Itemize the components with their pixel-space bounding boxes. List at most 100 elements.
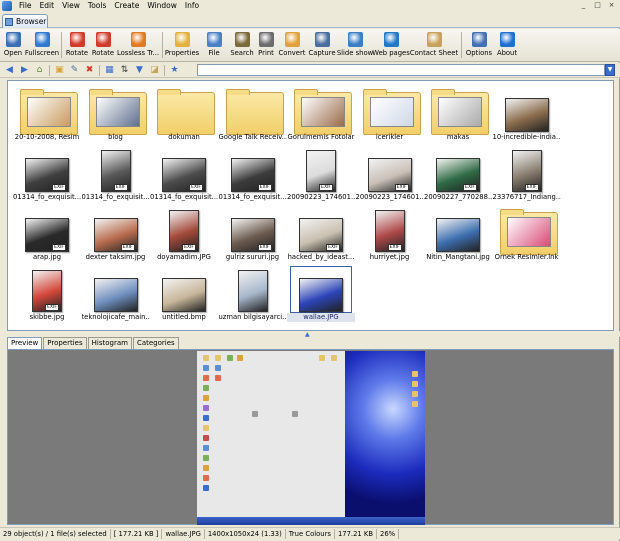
image-thumbnail[interactable]: EXIF dexter taksim.jpg (82, 204, 150, 264)
toolbar-button-print[interactable]: Print (255, 29, 277, 62)
tab-histogram[interactable]: Histogram (87, 337, 132, 349)
toolbar-separator (61, 32, 62, 58)
forward-arrow-icon[interactable]: ▶ (19, 65, 30, 76)
photo: EXIF (306, 150, 336, 192)
image-thumbnail[interactable]: EXIF 23376717_Indiang... (493, 144, 561, 204)
help-icon (499, 32, 515, 47)
tab-preview[interactable]: Preview (7, 337, 43, 349)
image-thumbnail[interactable]: EXIF 01314_fo_exquisit... (219, 144, 287, 204)
toolbar-button-contact-sheet[interactable]: Contact Sheet (409, 29, 459, 62)
close-icon[interactable]: × (607, 1, 616, 10)
toolbar-button-lossless-transform[interactable]: Lossless Tr... (116, 29, 160, 62)
image-thumbnail[interactable]: uzman bilgisayarci... (219, 264, 287, 324)
photo: EXIF (32, 270, 62, 312)
minimize-icon[interactable]: _ (579, 1, 588, 10)
exif-badge: EXIF (257, 244, 272, 251)
up-folder-icon[interactable]: ⌂ (34, 65, 45, 76)
image-thumbnail[interactable]: EXIF 01314_fo_exquisit... (150, 144, 218, 204)
image-thumbnail[interactable]: Nitin_Mangtani.jpg (424, 204, 492, 264)
thumbnail-caption: gulriz sururi.jpg (225, 253, 280, 261)
image-thumbnail[interactable]: untitled.bmp (150, 264, 218, 324)
thumbnail-grid[interactable]: 20-10-2008, Resim blog dokuman Google Talk … (7, 80, 614, 331)
menu-edit[interactable]: Edit (36, 0, 59, 12)
menu-file[interactable]: File (15, 0, 36, 12)
new-folder-icon[interactable]: ▣ (54, 65, 65, 76)
toolbar-button-eye[interactable]: Open (1, 29, 25, 62)
folder-thumbnail[interactable]: 20-10-2008, Resim (13, 84, 81, 144)
image-preview (428, 207, 488, 252)
toolbar-label: Rotate (65, 49, 89, 57)
menu-view[interactable]: View (58, 0, 84, 12)
image-thumbnail[interactable]: EXIF 20090227_770288... (424, 144, 492, 204)
image-preview (154, 267, 214, 312)
toolbar-button-options[interactable]: Options (464, 29, 494, 62)
tab-categories[interactable]: Categories (132, 337, 179, 349)
toolbar-button-convert[interactable]: Convert (277, 29, 307, 62)
image-thumbnail[interactable]: wallae.JPG (287, 264, 355, 324)
menu-info[interactable]: Info (181, 0, 203, 12)
exif-badge: EXIF (52, 244, 66, 251)
toolbar-button-rotate-right[interactable]: Rotate (90, 29, 116, 62)
image-thumbnail[interactable]: EXIF doyamadim.JPG (150, 204, 218, 264)
thumbnail-caption: blog (108, 133, 123, 141)
image-thumbnail[interactable]: EXIF 20090223_174601... (356, 144, 424, 204)
toolbar-button-search[interactable]: Search (229, 29, 255, 62)
favorites-star-icon[interactable]: ★ (169, 65, 180, 76)
image-thumbnail[interactable]: EXIF hurriyet.jpg (356, 204, 424, 264)
toolbar-button-camera[interactable]: Capture (307, 29, 337, 62)
folder-thumbnail[interactable]: makas (424, 84, 492, 144)
path-input[interactable] (197, 64, 605, 76)
image-thumbnail[interactable]: EXIF arap.jpg (13, 204, 81, 264)
folder-thumbnail[interactable]: blog (82, 84, 150, 144)
toolbar-label: About (496, 49, 518, 57)
image-thumbnail[interactable]: EXIF skibbe.jpg (13, 264, 81, 324)
folder-thumbnail[interactable]: Google Talk Receiv... (219, 84, 287, 144)
tab-properties[interactable]: Properties (43, 337, 87, 349)
image-thumbnail[interactable]: EXIF 01314_fo_exquisit... (13, 144, 81, 204)
path-dropdown-icon[interactable]: ▼ (605, 64, 615, 76)
photo: EXIF (374, 210, 405, 252)
thumbnail-caption: 20-10-2008, Resim (14, 133, 80, 141)
desktop-icon (203, 365, 209, 371)
toolbar-button-file[interactable]: File (199, 29, 229, 62)
main-toolbar: Open Fullscreen Rotate Rotate Lossless Tr...… (0, 29, 620, 62)
folder-thumbnail[interactable]: icerikler (356, 84, 424, 144)
maximize-icon[interactable]: □ (593, 1, 602, 10)
folder-content-preview (438, 97, 482, 127)
delete-icon[interactable]: ✖ (84, 65, 95, 76)
folder-content-preview (95, 97, 140, 127)
image-thumbnail[interactable]: EXIF hacked_by_ideast... (287, 204, 355, 264)
tab-browser[interactable]: Browser (2, 14, 48, 28)
image-thumbnail[interactable]: teknolojicafe_main... (82, 264, 150, 324)
view-mode-icon[interactable]: ▦ (104, 65, 115, 76)
toolbar-button-help[interactable]: About (494, 29, 520, 62)
menu-window[interactable]: Window (143, 0, 181, 12)
toolbar-button-properties[interactable]: Properties (165, 29, 199, 62)
image-thumbnail[interactable]: EXIF gulriz sururi.jpg (219, 204, 287, 264)
image-preview: EXIF (428, 147, 488, 192)
toolbar-button-slideshow[interactable]: Slide show (337, 29, 373, 62)
rename-icon[interactable]: ✎ (69, 65, 80, 76)
thumbnail-caption: 20090223_174601... (355, 193, 424, 201)
sort-icon[interactable]: ⇅ (119, 65, 130, 76)
image-thumbnail[interactable]: EXIF 01314_fo_exquisit... (82, 144, 150, 204)
desktop-icon (292, 411, 298, 417)
toolbar-button-globe[interactable]: Web pages (372, 29, 410, 62)
photo: EXIF (367, 158, 412, 192)
exif-badge: EXIF (319, 184, 333, 191)
splitter-arrow-icon[interactable]: ▲ (305, 331, 310, 338)
image-thumbnail[interactable]: EXIF 20090223_174601... (287, 144, 355, 204)
back-arrow-icon[interactable]: ◀ (4, 65, 15, 76)
folder-thumbnail[interactable]: Gorulmemis Fotolar (287, 84, 355, 144)
toolbar-button-rotate-left[interactable]: Rotate (64, 29, 90, 62)
filter-icon[interactable]: ▼ (134, 65, 145, 76)
menu-create[interactable]: Create (110, 0, 143, 12)
tag-icon[interactable]: ◪ (149, 65, 160, 76)
desktop-icon (331, 355, 337, 361)
image-thumbnail[interactable]: 10-incredible-india... (493, 84, 561, 144)
folder-thumbnail[interactable]: Ornek Resimler.lnk (493, 204, 561, 264)
rotate-right-icon (95, 32, 111, 47)
folder-thumbnail[interactable]: dokuman (150, 84, 218, 144)
menu-tools[interactable]: Tools (84, 0, 110, 12)
toolbar-button-fullscreen[interactable]: Fullscreen (25, 29, 59, 62)
